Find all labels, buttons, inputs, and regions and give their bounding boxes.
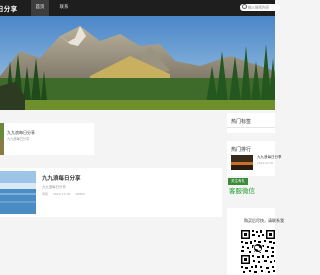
- top-navigation-bar: 日分享 首页 联系 输入搜索内容: [0, 0, 280, 16]
- article-card[interactable]: 九九浪每日分享 九九浪每日分享: [0, 123, 94, 155]
- site-logo-text[interactable]: 日分享: [0, 3, 17, 13]
- service-wechat-label: 客服微信: [229, 187, 255, 195]
- article-thumbnail: [0, 123, 4, 155]
- hot-rank-panel: 热门排行 九九浪每日分享 2024-12-30: [227, 141, 282, 176]
- article-thumbnail: [0, 171, 36, 214]
- follow-badge[interactable]: 关注有礼: [228, 178, 248, 185]
- article-subtitle: 九九浪每日分享: [42, 185, 66, 189]
- rank-item-title[interactable]: 九九浪每日分享: [257, 155, 282, 160]
- article-date: 2024-12-30: [52, 192, 71, 196]
- article-views: 18882: [75, 192, 85, 196]
- article-card[interactable]: 九九浪每日分享 九九浪每日分享 博客 2024-12-30 18882: [0, 168, 222, 217]
- search-placeholder: 输入搜索内容: [248, 5, 269, 10]
- article-meta: 博客 2024-12-30 18882: [42, 192, 89, 196]
- rank-item-date: 2024-12-30: [257, 161, 274, 165]
- hero-banner-image: [0, 16, 275, 110]
- search-icon: [242, 4, 247, 9]
- wechat-qr-code: [240, 229, 276, 275]
- hot-tags-panel: 热门标签: [227, 113, 275, 133]
- nav-item-home[interactable]: 首页: [31, 0, 49, 16]
- article-subtitle: 九九浪每日分享: [7, 137, 30, 141]
- contact-text: 购买后尽快，请联系我: [244, 218, 284, 223]
- hot-rank-title: 热门排行: [231, 147, 252, 153]
- search-input[interactable]: 输入搜索内容: [240, 4, 280, 11]
- nav-item-contact[interactable]: 联系: [56, 0, 72, 16]
- article-category[interactable]: 博客: [42, 192, 48, 196]
- divider: [227, 127, 275, 128]
- hot-tags-title: 热门标签: [231, 119, 252, 125]
- article-title[interactable]: 九九浪每日分享: [42, 174, 81, 182]
- rank-item-thumbnail[interactable]: [231, 155, 253, 170]
